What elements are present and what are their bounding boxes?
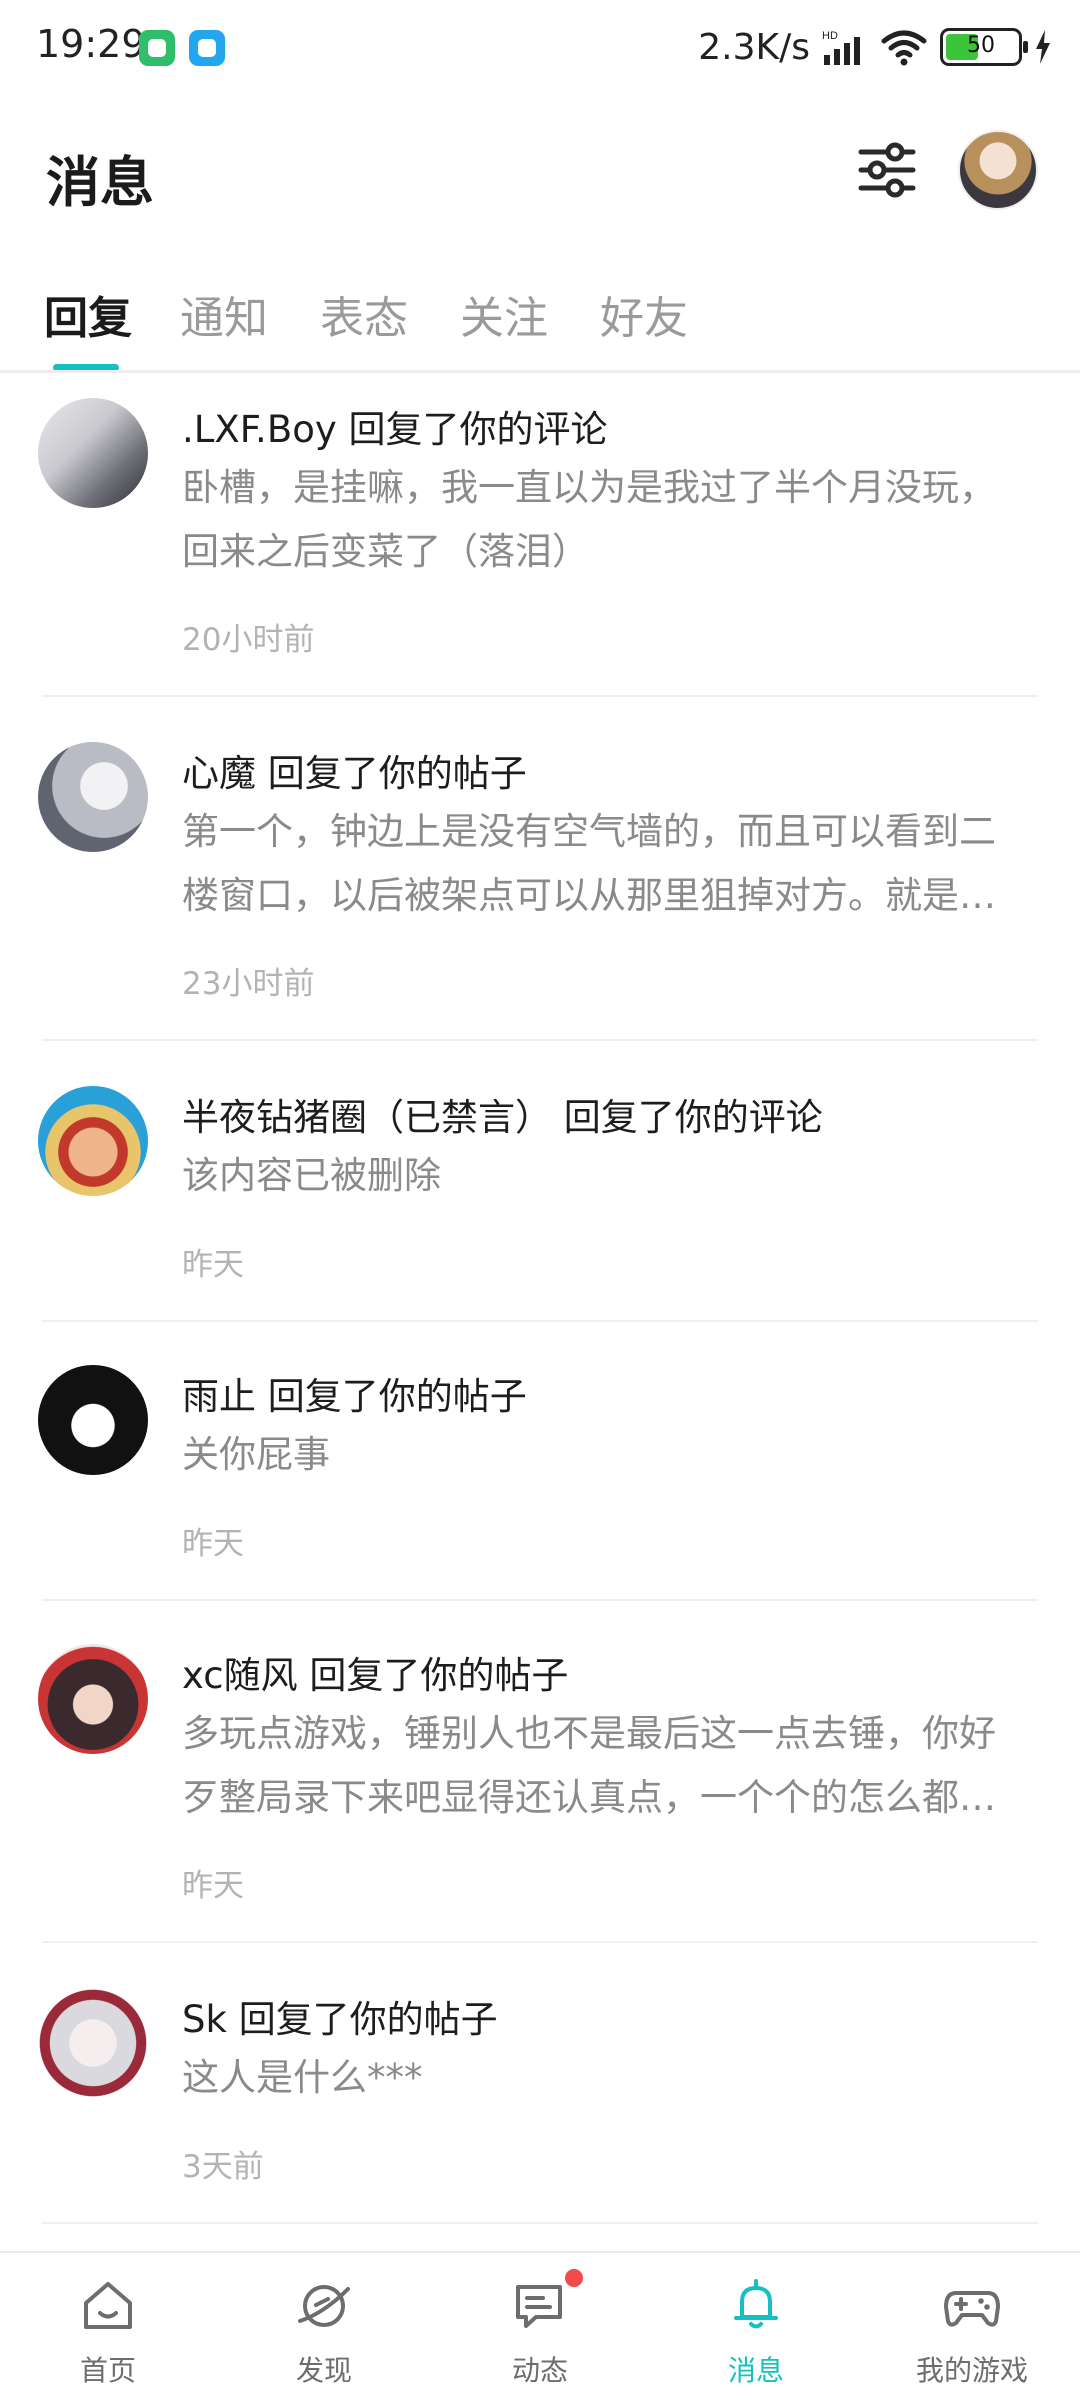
message-title: 雨止 回复了你的帖子	[182, 1366, 527, 1420]
message-user[interactable]: 雨止	[182, 1375, 256, 1418]
chat-app-icon	[189, 30, 225, 66]
charging-icon	[1036, 30, 1050, 64]
message-content: 关你屁事	[182, 1433, 330, 1476]
network-speed: 2.3K/s	[698, 26, 810, 68]
security-app-icon	[139, 30, 175, 66]
message-title: .LXF.Boy 回复了你的评论	[182, 399, 608, 453]
message-action: 回复了你的评论	[563, 1096, 823, 1139]
message-action: 回复了你的帖子	[267, 752, 527, 795]
home-icon	[84, 2282, 132, 2329]
message-user[interactable]: Sk	[182, 1998, 227, 2041]
message-content: 卧槽，是挂嘛，我一直以为是我过了半个月没玩，回来之后变菜了（落泪）	[182, 466, 996, 573]
message-time: 昨天	[182, 1868, 244, 1904]
message-title: xc随风 回复了你的帖子	[182, 1645, 568, 1699]
divider	[42, 1941, 1038, 1943]
wifi-icon	[881, 30, 927, 66]
tab-notify[interactable]: 通知	[180, 282, 268, 346]
message-time: 昨天	[182, 1247, 244, 1283]
message-user[interactable]: 心魔	[182, 752, 256, 795]
filter-settings-button[interactable]	[855, 138, 919, 202]
tab-reply[interactable]: 回复	[44, 282, 132, 346]
message-action: 回复了你的帖子	[309, 1654, 569, 1697]
bottom-nav: 首页 发现 动态 消息 我的游戏	[0, 2251, 1080, 2400]
message-content: 该内容已被删除	[182, 1154, 441, 1197]
divider	[42, 1320, 1038, 1322]
avatar[interactable]	[38, 1086, 148, 1196]
message-title: Sk 回复了你的帖子	[182, 1989, 498, 2043]
battery-level: 50	[967, 33, 995, 58]
divider	[42, 1599, 1038, 1601]
feed-icon	[516, 2285, 562, 2328]
sliders-icon	[858, 142, 916, 198]
message-action: 回复了你的帖子	[267, 1375, 527, 1418]
signal-icon: HD	[822, 30, 860, 65]
message-content: 第一个，钟边上是没有空气墙的，而且可以看到二楼窗口，以后被架点可以从那里狙掉对方…	[182, 810, 996, 917]
message-content: 这人是什么***	[182, 2056, 423, 2099]
message-title: 心魔 回复了你的帖子	[182, 743, 527, 797]
nav-label: 发现	[295, 2354, 352, 2387]
status-bar: 19:29 2.3K/s HD 50	[0, 0, 1080, 96]
tab-friends[interactable]: 好友	[600, 282, 688, 346]
nav-discover[interactable]: 发现	[216, 2253, 432, 2400]
user-avatar[interactable]	[958, 130, 1038, 210]
message-list: .LXF.Boy 回复了你的评论 卧槽，是挂嘛，我一直以为是我过了半个月没玩，回…	[0, 373, 1080, 2251]
nav-label: 消息	[727, 2354, 784, 2387]
avatar[interactable]	[38, 1988, 148, 2098]
message-user[interactable]: .LXF.Boy	[182, 408, 337, 451]
message-content: 多玩点游戏，锤别人也不是最后这一点去锤，你好歹整局录下来吧显得还认真点，一个个的…	[182, 1712, 996, 1819]
message-title: 半夜钻猪圈（已禁言） 回复了你的评论	[182, 1087, 823, 1141]
divider	[42, 1039, 1038, 1041]
avatar[interactable]	[38, 398, 148, 508]
status-time: 19:29	[36, 22, 146, 66]
page-title: 消息	[46, 151, 154, 214]
nav-my-games[interactable]: 我的游戏	[864, 2253, 1080, 2400]
status-right: 2.3K/s HD 50	[698, 22, 1052, 72]
avatar[interactable]	[38, 742, 148, 852]
tab-reactions[interactable]: 表态	[320, 282, 408, 346]
message-tabs: 回复 通知 表态 关注 好友	[0, 270, 1080, 372]
message-time: 昨天	[182, 1526, 244, 1562]
message-time: 23小时前	[182, 966, 315, 1002]
message-time: 20小时前	[182, 622, 315, 658]
divider	[42, 695, 1038, 697]
nav-feed[interactable]: 动态	[432, 2253, 648, 2400]
tab-follow[interactable]: 关注	[460, 282, 548, 346]
gamepad-icon	[944, 2291, 1000, 2327]
discover-icon	[298, 2285, 350, 2327]
message-time: 3天前	[182, 2149, 264, 2185]
avatar[interactable]	[38, 1365, 148, 1475]
avatar[interactable]	[38, 1644, 148, 1754]
nav-messages[interactable]: 消息	[648, 2253, 864, 2400]
message-user[interactable]: 半夜钻猪圈（已禁言）	[182, 1096, 552, 1139]
divider	[42, 2222, 1038, 2224]
message-user[interactable]: xc随风	[182, 1654, 298, 1697]
nav-home[interactable]: 首页	[0, 2253, 216, 2400]
battery-icon: 50	[940, 28, 1028, 66]
nav-label: 首页	[79, 2354, 136, 2387]
nav-label: 我的游戏	[915, 2354, 1028, 2387]
bell-icon	[734, 2279, 778, 2329]
message-action: 回复了你的帖子	[238, 1998, 498, 2041]
nav-label: 动态	[511, 2354, 568, 2387]
svg-text:HD: HD	[822, 30, 838, 42]
message-action: 回复了你的评论	[348, 408, 608, 451]
notification-dot	[565, 2269, 583, 2287]
